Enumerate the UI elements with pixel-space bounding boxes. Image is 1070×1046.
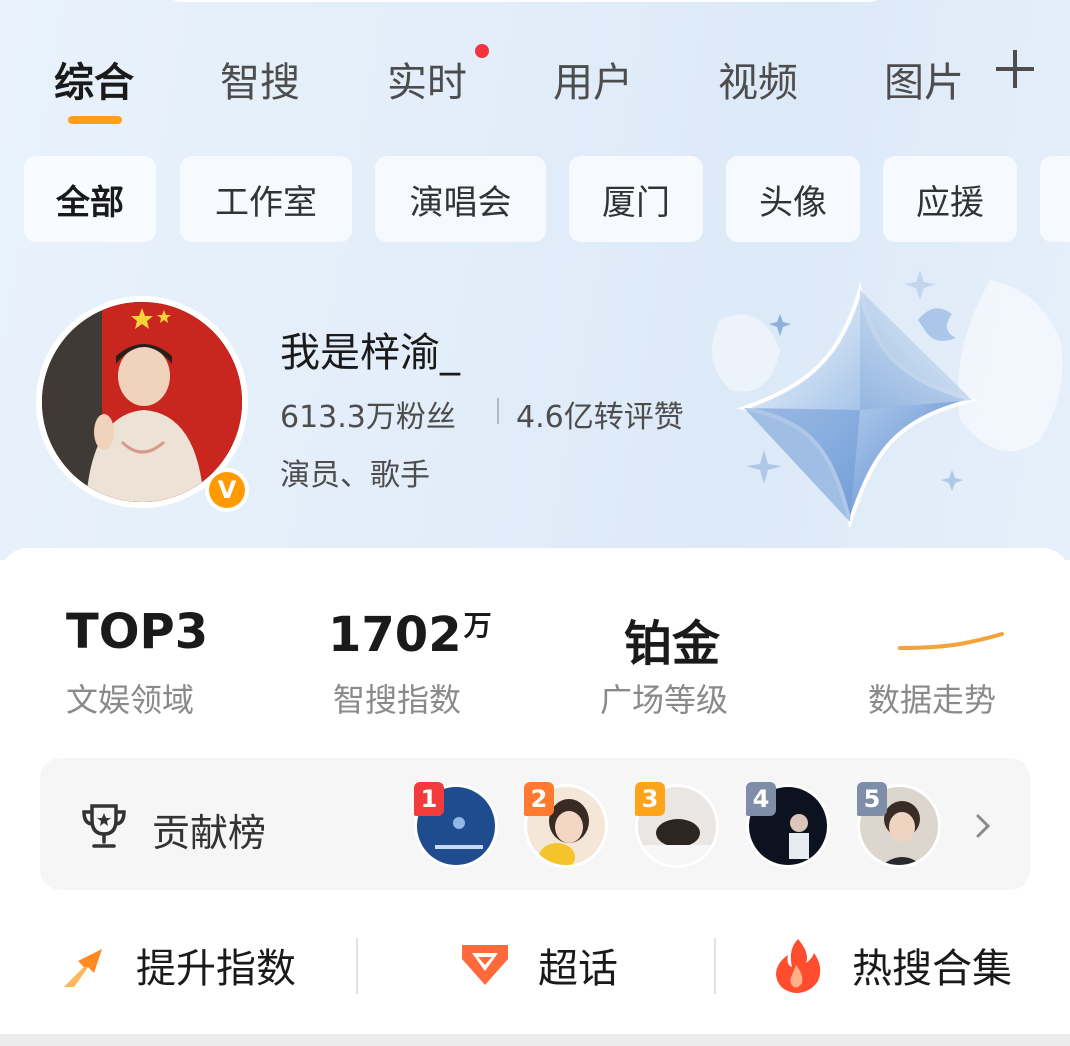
tab-general[interactable]: 综合 — [54, 50, 134, 108]
tab-video[interactable]: 视频 — [718, 50, 798, 108]
chip-xiamen[interactable]: 厦门 — [569, 156, 703, 242]
chip-all[interactable]: 全部 — [24, 156, 156, 242]
contribution-ranking-label: 贡献榜 — [152, 811, 267, 855]
avatar-photo — [42, 302, 242, 502]
verified-icon: V — [209, 472, 245, 508]
rank-number-5: 5 — [857, 782, 887, 816]
domain-rank-value: TOP3 — [66, 604, 209, 660]
chevron-right-icon[interactable] — [968, 808, 998, 844]
chip-studio[interactable]: 工作室 — [180, 156, 352, 242]
chip-support[interactable]: 应援 — [883, 156, 1017, 242]
trending-collection-label: 热搜合集 — [852, 946, 1012, 992]
tab-images[interactable]: 图片 — [884, 50, 964, 108]
bottom-edge — [0, 1034, 1070, 1046]
trending-collection-button[interactable]: 热搜合集 — [768, 930, 1012, 1000]
tab-bar: 综合 智搜 实时 用户 视频 图片 — [0, 40, 1070, 130]
profile-name[interactable]: 我是梓渝_ — [280, 320, 460, 378]
super-topic-button[interactable]: 超话 — [456, 930, 618, 1000]
chip-more[interactable] — [1040, 156, 1070, 242]
profile-tags: 演员、歌手 — [280, 458, 430, 493]
notification-dot — [475, 44, 489, 58]
verified-badge: V — [205, 468, 249, 512]
action-divider — [714, 938, 716, 994]
domain-rank-label: 文娱领域 — [66, 681, 195, 719]
tab-smart-search[interactable]: 智搜 — [220, 50, 300, 108]
super-topic-icon — [462, 945, 508, 985]
flame-icon — [776, 939, 821, 993]
rank-number-4: 4 — [746, 782, 776, 816]
active-tab-indicator — [68, 116, 122, 124]
action-divider — [356, 938, 358, 994]
chip-avatar[interactable]: 头像 — [726, 156, 860, 242]
trophy-icon — [82, 804, 126, 848]
add-tab-icon[interactable] — [992, 46, 1038, 92]
crystal-star-icon — [712, 270, 1063, 530]
rank-number-3: 3 — [635, 782, 665, 816]
data-trend-label[interactable]: 数据走势 — [868, 675, 996, 721]
arrow-up-icon — [64, 949, 102, 987]
boost-index-button[interactable]: 提升指数 — [58, 930, 296, 1000]
follower-count: 613.3万粉丝 — [280, 400, 456, 435]
plaza-level-label: 广场等级 — [600, 681, 729, 719]
rank-number-2: 2 — [524, 782, 554, 816]
plaza-level-value[interactable]: 铂金 — [624, 604, 720, 674]
tab-realtime[interactable]: 实时 — [387, 50, 467, 108]
search-bar[interactable] — [160, 0, 890, 2]
boost-index-label: 提升指数 — [136, 946, 296, 992]
search-index-unit: 万 — [463, 609, 492, 642]
chip-concert[interactable]: 演唱会 — [375, 156, 546, 242]
tab-users[interactable]: 用户 — [553, 50, 633, 108]
trend-sparkline[interactable] — [896, 626, 1006, 656]
rank-number-1: 1 — [414, 782, 444, 816]
search-index-label: 智搜指数 — [333, 681, 462, 719]
super-topic-label: 超话 — [538, 946, 618, 992]
search-index-value[interactable]: 1702万 — [328, 604, 492, 663]
interaction-count: 4.6亿转评赞 — [516, 400, 684, 435]
stat-divider — [497, 398, 499, 424]
